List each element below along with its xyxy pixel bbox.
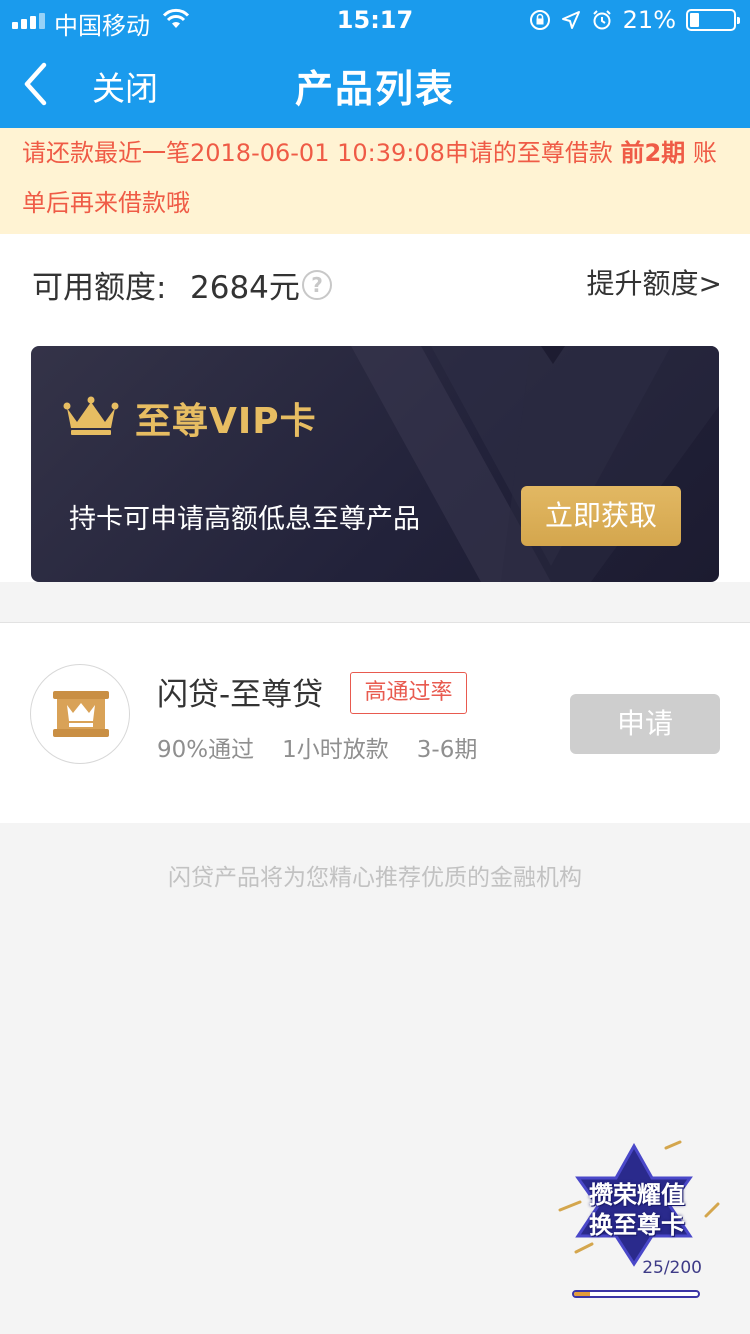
nav-bar: 关闭 产品列表: [0, 40, 750, 128]
status-bar: 中国移动 15:17 21%: [0, 0, 750, 40]
product-name: 闪贷-至尊贷: [157, 677, 324, 713]
promo-text-line1: 攒荣耀值: [589, 1181, 685, 1209]
vip-card-description: 持卡可申请高额低息至尊产品: [69, 504, 420, 535]
status-right: 21%: [529, 6, 740, 34]
credit-row: 可用额度: 2684元 ? 提升额度>: [32, 258, 722, 308]
product-tag: 高通过率: [350, 672, 467, 714]
credit-label: 可用额度:: [32, 270, 167, 306]
credit-value: 2684元: [190, 270, 300, 306]
product-stats: 90%通过 1小时放款 3-6期: [157, 730, 477, 764]
vip-card-background: [351, 346, 719, 582]
vip-card[interactable]: 至尊VIP卡 持卡可申请高额低息至尊产品 立即获取: [31, 346, 719, 582]
page-title: 产品列表: [294, 67, 455, 111]
alarm-icon: [592, 10, 611, 30]
stat-terms: 3-6期: [416, 737, 478, 763]
product-item[interactable]: 闪贷-至尊贷 高通过率 90%通过 1小时放款 3-6期 申请: [0, 622, 750, 823]
promo-progress-bar: [572, 1290, 700, 1298]
raise-limit-link[interactable]: 提升额度>: [587, 262, 722, 302]
stat-payout-time: 1小时放款: [282, 737, 389, 763]
rotation-lock-icon: [529, 10, 550, 30]
battery-percent: 21%: [622, 6, 676, 34]
footer-note: 闪贷产品将为您精心推荐优质的金融机构: [168, 865, 582, 891]
get-vip-button[interactable]: 立即获取: [521, 486, 681, 546]
location-icon: [561, 11, 580, 29]
promo-text-line2: 换至尊卡: [589, 1211, 685, 1239]
promo-progress-text: 25/200: [642, 1258, 702, 1278]
notice-text: 请还款最近一笔2018-06-01 10:39:08申请的至尊借款: [22, 139, 613, 167]
repayment-notice: 请还款最近一笔2018-06-01 10:39:08申请的至尊借款 前2期 账单…: [0, 128, 750, 234]
help-icon[interactable]: ?: [302, 270, 332, 300]
apply-button[interactable]: 申请: [570, 694, 720, 754]
crown-seal-icon: [30, 664, 130, 764]
app-header: 中国移动 15:17 21% 关闭 产品列表: [0, 0, 750, 128]
notice-highlight: 前2期: [620, 139, 686, 167]
crown-icon: [63, 396, 119, 435]
honor-promo-badge[interactable]: 攒荣耀值 换至尊卡 25/200: [556, 1140, 722, 1306]
promo-text: 攒荣耀值 换至尊卡: [572, 1180, 702, 1240]
vip-card-title: 至尊VIP卡: [135, 401, 317, 442]
battery-icon: [686, 9, 740, 31]
stat-pass-rate: 90%通过: [157, 737, 255, 763]
